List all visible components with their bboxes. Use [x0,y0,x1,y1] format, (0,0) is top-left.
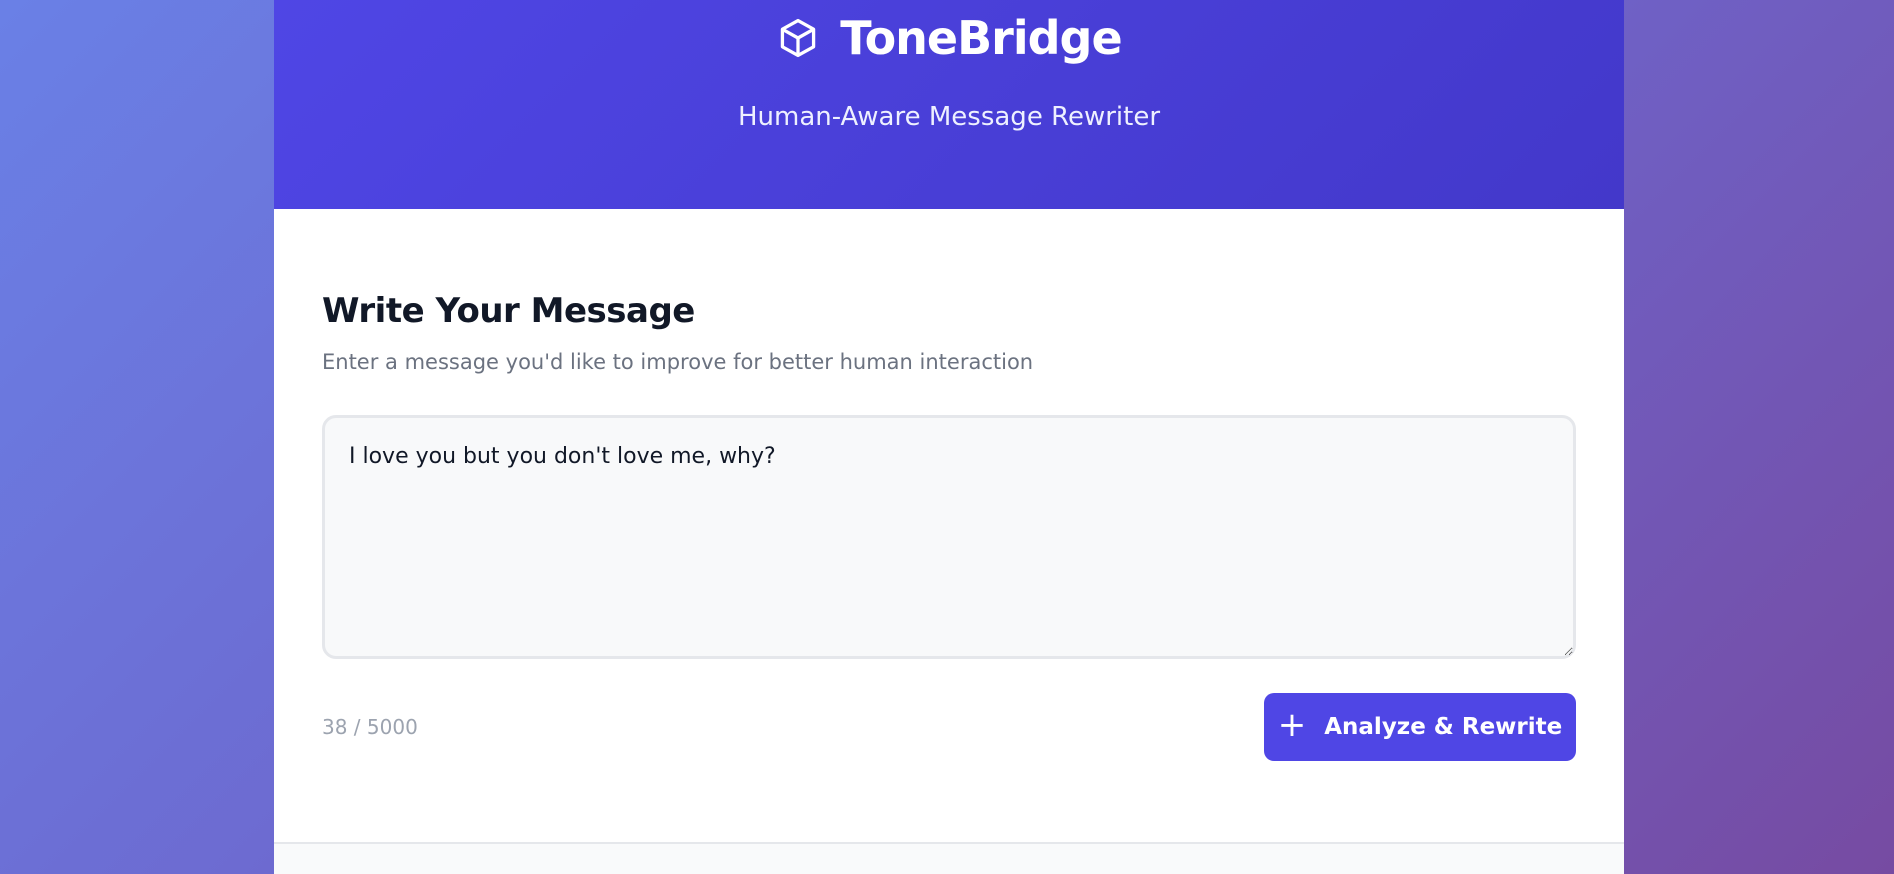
app-title: ToneBridge [840,11,1122,65]
app-header: ToneBridge Human-Aware Message Rewriter [274,0,1624,209]
app-card: ToneBridge Human-Aware Message Rewriter … [274,0,1624,874]
app-tagline: Human-Aware Message Rewriter [737,102,1161,132]
section-description: Enter a message you'd like to improve fo… [322,350,1034,374]
plus-icon: + [1277,705,1307,745]
analyze-rewrite-button[interactable]: + Analyze & Rewrite [1264,693,1576,761]
character-count: 38 / 5000 [322,715,418,739]
composer-section: Write Your Message Enter a message you'd… [274,289,1624,761]
results-section-edge [274,842,1624,874]
analyze-rewrite-label: Analyze & Rewrite [1324,714,1563,740]
composer-footer: 38 / 5000 + Analyze & Rewrite [322,693,1576,761]
message-input[interactable] [322,415,1576,659]
section-title: Write Your Message [322,291,695,331]
brand: ToneBridge [274,8,1624,68]
cube-icon [776,16,820,60]
